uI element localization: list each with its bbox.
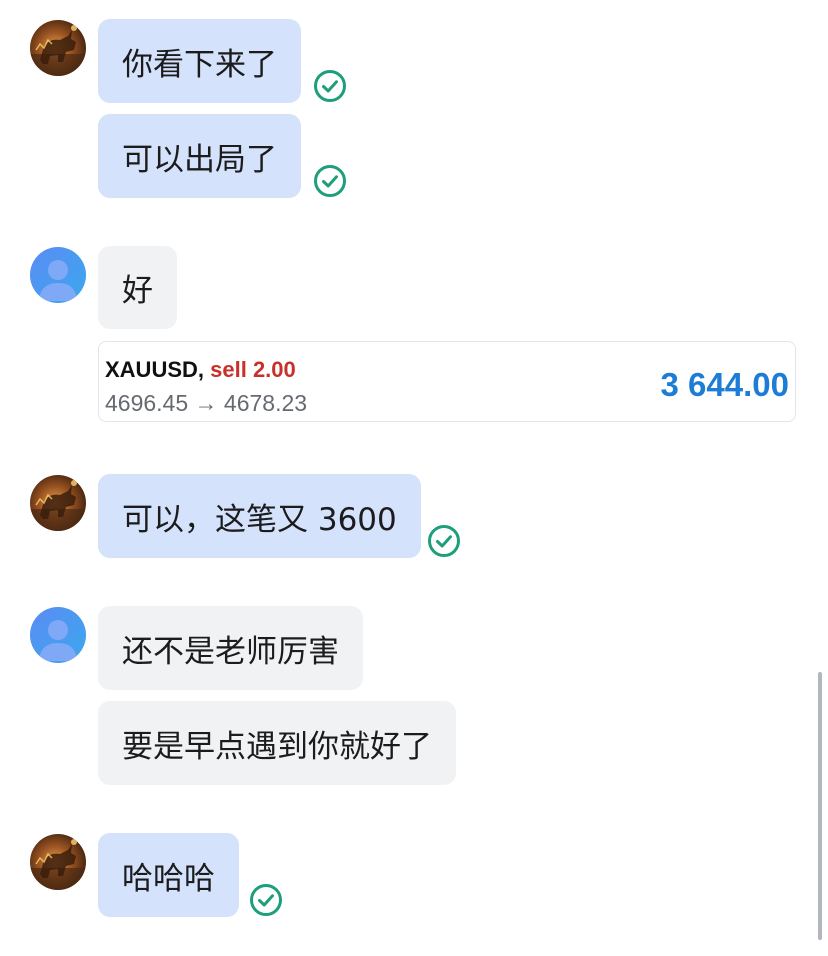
message-text: 哈哈哈 (122, 860, 215, 897)
message-bubble[interactable]: 可以，这笔又 3600 (98, 474, 421, 558)
message-bubble[interactable]: 哈哈哈 (98, 833, 239, 917)
bull-avatar-icon[interactable] (30, 20, 86, 76)
trade-side: sell 2.00 (210, 357, 296, 382)
message-bubble[interactable]: 你看下来了 (98, 19, 301, 103)
message-text: 还不是老师厉害 (122, 633, 339, 670)
message-text: 好 (122, 273, 153, 309)
sent-check-icon (313, 69, 347, 103)
sent-check-icon (427, 524, 461, 558)
trade-prices: 4696.45 → 4678.23 (105, 390, 308, 416)
message-text: 你看下来了 (122, 46, 277, 83)
message-text: 可以出局了 (122, 141, 277, 178)
trade-profit: 3 644.00 (660, 366, 789, 403)
message-text: 可以，这笔又 3600 (122, 501, 397, 538)
message-bubble[interactable]: 还不是老师厉害 (98, 606, 363, 690)
trade-symbol: XAUUSD, (105, 357, 205, 382)
message-bubble[interactable]: 可以出局了 (98, 114, 301, 198)
sent-check-icon (249, 883, 283, 917)
trade-card[interactable]: XAUUSD, sell 2.00 4696.45 → 4678.23 3 64… (98, 341, 796, 422)
bull-avatar-icon[interactable] (30, 475, 86, 531)
sent-check-icon (313, 164, 347, 198)
default-user-avatar-icon[interactable] (30, 607, 86, 663)
default-user-avatar-icon[interactable] (30, 247, 86, 303)
message-text: 要是早点遇到你就好了 (122, 728, 432, 765)
scrollbar[interactable] (818, 672, 822, 940)
trade-symbol-line: XAUUSD, sell 2.00 (105, 357, 296, 383)
message-bubble[interactable]: 要是早点遇到你就好了 (98, 701, 456, 785)
bull-avatar-icon[interactable] (30, 834, 86, 890)
message-bubble[interactable]: 好 (98, 246, 177, 329)
